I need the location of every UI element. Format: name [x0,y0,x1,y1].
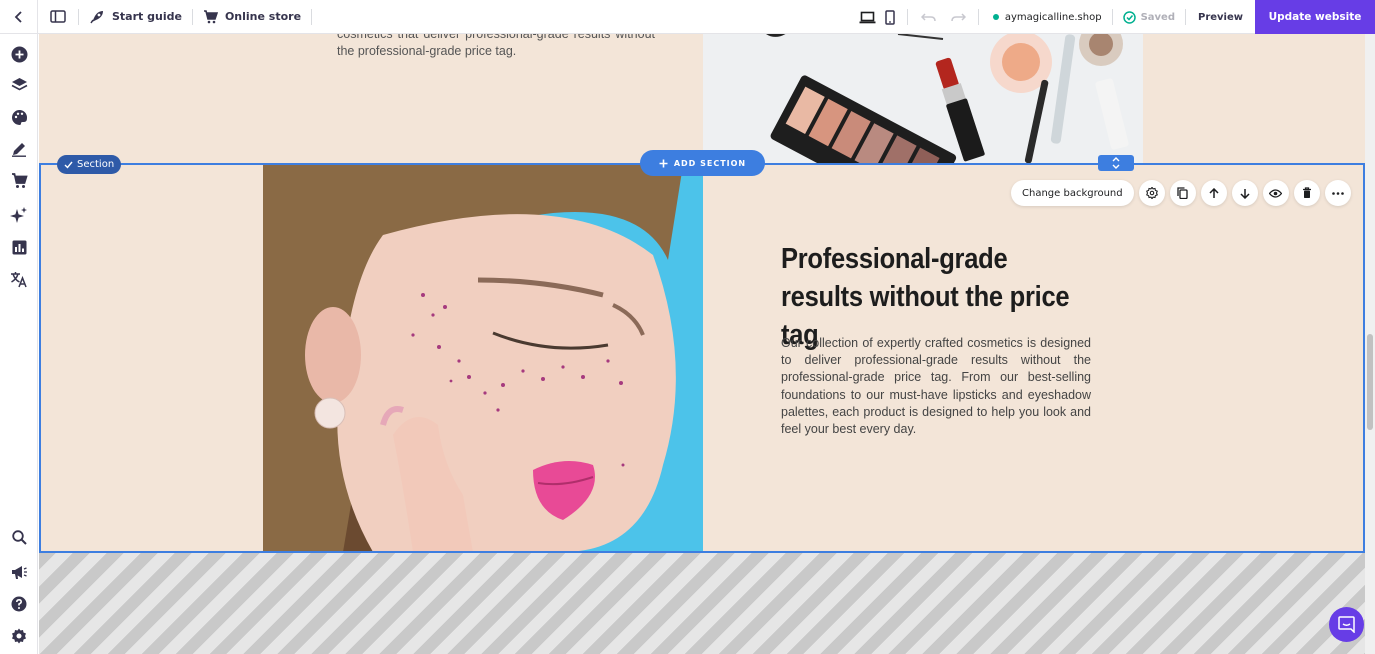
undo-button[interactable] [914,0,944,34]
online-store-button[interactable]: Online store [193,0,311,34]
chevron-left-icon [14,10,22,23]
help-icon [11,596,27,612]
pen-icon [12,143,26,157]
layers-icon [11,78,27,91]
cart-icon [203,9,218,23]
settings-button[interactable] [9,626,29,646]
start-guide-label: Start guide [112,10,182,23]
blog-button[interactable] [9,139,29,159]
move-section-down-button[interactable] [1231,180,1258,206]
toggle-sidebar-button[interactable] [38,0,78,34]
trash-icon [1302,187,1311,198]
section-toolbar: Change background [1011,180,1351,206]
marketing-button[interactable] [9,562,29,582]
cosmetics-illustration [703,34,1143,164]
cart-icon [11,173,28,188]
phone-icon [885,9,895,25]
next-section-placeholder [39,553,1365,654]
add-section-button[interactable]: ADD SECTION [640,150,765,176]
plus-icon [659,159,668,167]
editor-canvas: cosmetics that deliver professional-grad… [39,34,1365,654]
delete-section-button[interactable] [1293,180,1320,206]
saved-label: Saved [1140,11,1175,23]
megaphone-icon [11,565,27,579]
add-element-button[interactable] [9,44,29,64]
move-section-up-button[interactable] [1200,180,1227,206]
check-icon [64,161,73,169]
divider [977,9,979,25]
duplicate-section-button[interactable] [1169,180,1196,206]
selected-section-outline[interactable] [39,163,1365,553]
analytics-button[interactable] [9,237,29,257]
palette-icon [11,109,27,125]
mobile-view-button[interactable] [879,0,901,34]
settings-icon [12,628,26,644]
scrollbar-thumb[interactable] [1367,334,1373,430]
domain-label: aymagicalline.shop [1004,11,1102,23]
rocket-icon [90,10,103,23]
sidebar-panel-icon [50,10,66,23]
copy-icon [1177,187,1188,199]
update-website-button[interactable]: Update website [1255,0,1375,34]
section-label-badge[interactable]: Section [57,155,122,174]
check-circle-icon [1122,10,1136,24]
left-sidebar [0,34,38,654]
online-store-label: Online store [224,10,302,23]
chat-icon [1338,616,1355,633]
store-button[interactable] [9,171,29,191]
arrow-up-icon [1209,187,1219,198]
domain-link[interactable]: aymagicalline.shop [983,12,1112,23]
redo-icon [951,13,967,22]
more-horizontal-icon [1331,191,1344,195]
search-icon [11,529,27,545]
eye-icon [1269,188,1283,198]
undo-icon [921,13,937,22]
cosmetics-image[interactable] [703,34,1143,164]
saved-status: Saved [1113,10,1185,24]
divider [311,8,313,25]
previous-section-text[interactable]: cosmetics that deliver professional-grad… [337,34,655,60]
chat-support-button[interactable] [1329,607,1364,642]
gear-icon [1145,187,1158,199]
change-background-button[interactable]: Change background [1011,180,1134,206]
top-bar: Start guide Online store aymagicalline.s… [0,0,1375,34]
status-dot [992,14,999,20]
add-section-label: ADD SECTION [673,158,747,168]
chevron-up-down-icon [1112,157,1120,169]
laptop-icon [859,11,876,23]
section-resize-handle[interactable] [1098,155,1134,171]
translate-icon [11,271,27,287]
translate-button[interactable] [9,269,29,289]
back-button[interactable] [0,0,38,34]
help-button[interactable] [9,594,29,614]
chart-icon [12,240,26,254]
styles-button[interactable] [9,107,29,127]
add-circle-icon [11,46,27,62]
ai-tools-button[interactable] [9,205,29,225]
more-options-button[interactable] [1324,180,1351,206]
section-label: Section [77,159,115,170]
desktop-view-button[interactable] [857,0,879,34]
preview-button[interactable]: Preview [1186,12,1255,23]
start-guide-button[interactable]: Start guide [79,0,192,34]
layers-button[interactable] [9,75,29,95]
sparkle-icon [10,206,27,223]
top-bar-actions: aymagicalline.shop Saved Preview Update … [857,0,1375,34]
arrow-down-icon [1240,188,1250,199]
canvas-scrollbar[interactable] [1365,34,1375,654]
search-button[interactable] [9,527,29,547]
divider [906,9,908,25]
redo-button[interactable] [944,0,974,34]
toggle-visibility-button[interactable] [1262,180,1289,206]
section-settings-button[interactable] [1138,180,1165,206]
